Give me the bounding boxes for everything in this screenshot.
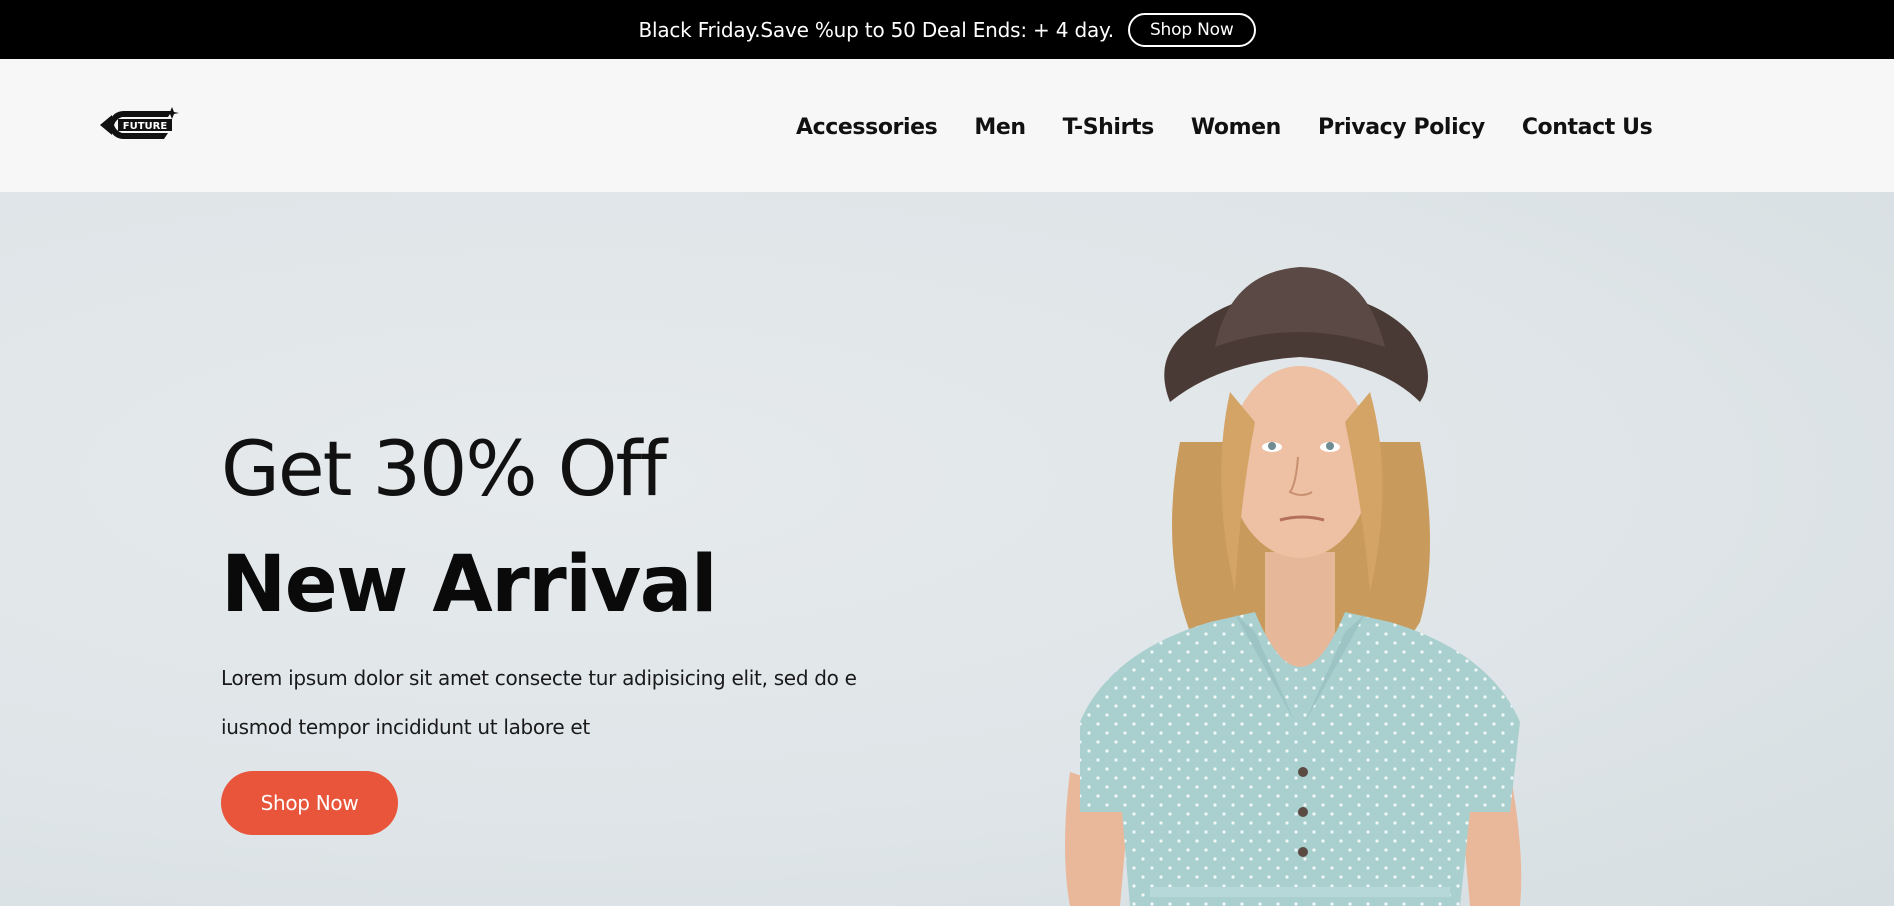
hero-description: Lorem ipsum dolor sit amet consecte tur … [221, 666, 857, 739]
site-header: FUTURE Accessories Men T-Shirts Women Pr… [0, 59, 1894, 192]
logo-text: FUTURE [123, 121, 168, 132]
hero-title: New Arrival [221, 540, 718, 630]
nav-item-men[interactable]: Men [974, 115, 1026, 140]
hero-subtitle: Get 30% Off [221, 424, 667, 513]
announcement-text: Black Friday.Save %up to 50 Deal Ends: +… [638, 17, 1114, 42]
announcement-bar: Black Friday.Save %up to 50 Deal Ends: +… [0, 0, 1894, 59]
hero-banner: Get 30% Off New Arrival Lorem ipsum dolo… [0, 192, 1894, 906]
main-nav: Accessories Men T-Shirts Women Privacy P… [796, 111, 1653, 143]
nav-item-accessories[interactable]: Accessories [796, 115, 938, 140]
hero-model-image [1040, 252, 1560, 906]
nav-item-contact-us[interactable]: Contact Us [1522, 115, 1653, 140]
future-logo-icon: FUTURE [100, 107, 179, 139]
logo[interactable]: FUTURE [98, 103, 180, 147]
nav-item-t-shirts[interactable]: T-Shirts [1063, 115, 1155, 140]
nav-item-privacy-policy[interactable]: Privacy Policy [1318, 115, 1485, 140]
nav-item-women[interactable]: Women [1191, 115, 1282, 140]
hero-shop-now-button[interactable]: Shop Now [221, 771, 398, 835]
woman-in-hat-image [1065, 267, 1522, 906]
announcement-shop-now-button[interactable]: Shop Now [1127, 12, 1256, 47]
